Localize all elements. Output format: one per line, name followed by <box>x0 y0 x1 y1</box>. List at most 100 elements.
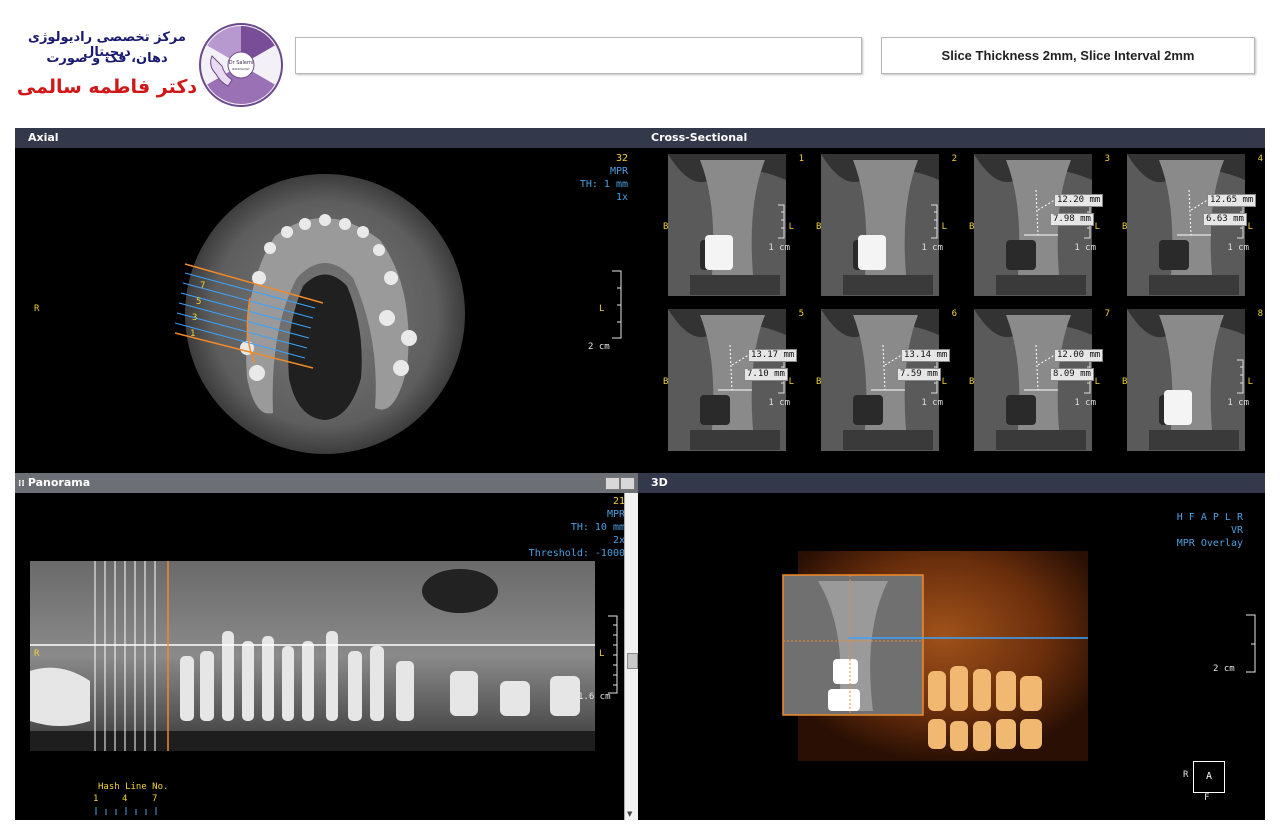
panorama-slice-number: 21 <box>612 496 625 507</box>
slice-number: 5 <box>798 309 804 319</box>
slice-buccal-marker: B <box>969 222 975 232</box>
axial-info: 32 MPR TH: 1 mm 1x <box>580 152 628 204</box>
slice-scale-label: 1 cm <box>768 398 790 408</box>
panorama-scroll-thumb[interactable] <box>627 653 638 669</box>
slice-scale-label: 1 cm <box>1074 243 1096 253</box>
measurement-width[interactable]: 7.59 mm <box>897 368 941 381</box>
measurement-width[interactable]: 8.09 mm <box>1050 368 1094 381</box>
axial-slice-number: 32 <box>615 153 628 164</box>
hash-num-4: 4 <box>122 794 128 804</box>
slice-number: 4 <box>1257 154 1263 164</box>
axial-hash-7: 7 <box>200 281 205 291</box>
grip-icon[interactable]: ⁞⁞ <box>18 479 25 489</box>
axial-scale-bar <box>612 270 622 339</box>
panorama-scrollbar[interactable]: ▼ <box>624 493 638 820</box>
slice-number: 8 <box>1257 309 1263 319</box>
measurement-height[interactable]: 12.20 mm <box>1054 194 1104 207</box>
cross-sectional-panel[interactable]: Cross-Sectional 1 B L 1 cm 2 B L 1 cm 3 B L 1 cm 12.… <box>638 128 1265 472</box>
axial-hash-5: 5 <box>196 297 201 307</box>
measurement-height[interactable]: 12.00 mm <box>1054 349 1104 362</box>
cross-section-slice[interactable]: 1 B L 1 cm <box>660 150 810 302</box>
panorama-mode: MPR <box>606 509 625 520</box>
axial-hash-1: 1 <box>190 329 195 339</box>
slice-buccal-marker: B <box>1122 377 1128 387</box>
axial-hash-3: 3 <box>192 313 197 323</box>
axial-panel[interactable]: Axial 32 MPR TH: 1 mm 1x R L 2 cm 7 5 3 … <box>15 128 638 472</box>
view3d-scale-label: 2 cm <box>1213 664 1235 674</box>
axial-title: Axial <box>15 128 638 148</box>
panorama-left-marker: R <box>34 649 40 659</box>
axial-left-marker: R <box>34 304 40 314</box>
svg-text:Dr Salemi: Dr Salemi <box>229 60 253 66</box>
scroll-down-icon[interactable]: ▼ <box>627 810 632 818</box>
view3d-scale-bar <box>1246 614 1256 673</box>
measurement-width[interactable]: 6.63 mm <box>1203 213 1247 226</box>
slice-number: 3 <box>1104 154 1110 164</box>
slice-lingual-marker: L <box>941 377 947 387</box>
measurement-height[interactable]: 13.17 mm <box>748 349 798 362</box>
header-empty-box <box>295 37 862 74</box>
view3d-panel[interactable]: 3D H F A P L R VR MPR Overlay 2 cm R A F <box>638 473 1265 820</box>
slice-scale-label: 1 cm <box>921 243 943 253</box>
maximize-icon[interactable] <box>620 477 635 490</box>
slice-image <box>974 309 1092 451</box>
cross-sectional-title: Cross-Sectional <box>638 128 1265 148</box>
cube-bottom-label: F <box>1204 793 1210 803</box>
measurement-width[interactable]: 7.98 mm <box>1050 213 1094 226</box>
slice-lingual-marker: L <box>941 222 947 232</box>
svg-text:RADIOLOGY: RADIOLOGY <box>232 67 250 71</box>
cross-section-slice[interactable]: 4 B L 1 cm 12.65 mm 6.63 mm <box>1119 150 1265 302</box>
view3d-overlay: MPR Overlay <box>1176 538 1243 549</box>
slice-scale-label: 1 cm <box>1074 398 1096 408</box>
measurement-width[interactable]: 7.10 mm <box>744 368 788 381</box>
grid-layout-icon[interactable] <box>605 477 620 490</box>
slice-buccal-marker: B <box>663 377 669 387</box>
clinic-logo: Dr Salemi RADIOLOGY <box>198 22 284 108</box>
view3d-title: 3D <box>638 473 1265 493</box>
axial-mode: MPR <box>609 166 628 177</box>
cross-section-slice[interactable]: 8 B L 1 cm <box>1119 305 1265 457</box>
view3d-orientation: H F A P L R <box>1176 512 1243 523</box>
hash-num-1: 1 <box>93 794 99 804</box>
slice-buccal-marker: B <box>663 222 669 232</box>
cross-section-slice[interactable]: 6 B L 1 cm 13.14 mm 7.59 mm <box>813 305 963 457</box>
slice-buccal-marker: B <box>1122 222 1128 232</box>
measurement-height[interactable]: 12.65 mm <box>1207 194 1257 207</box>
panorama-info: 21 MPR TH: 10 mm 2x Threshold: -1000 <box>529 495 625 560</box>
slice-image <box>821 309 939 451</box>
slice-lingual-marker: L <box>788 222 794 232</box>
axial-scale-label: 2 cm <box>588 342 610 352</box>
panorama-zoom: 2x <box>612 535 625 546</box>
panorama-thickness: TH: 10 mm <box>570 522 625 533</box>
panorama-title-text: Panorama <box>27 476 91 489</box>
axial-thickness: TH: 1 mm <box>579 179 628 190</box>
slice-number: 1 <box>798 154 804 164</box>
slice-lingual-marker: L <box>788 377 794 387</box>
panorama-right-marker: L <box>599 649 605 659</box>
slice-number: 2 <box>951 154 957 164</box>
slice-info-box: Slice Thickness 2mm, Slice Interval 2mm <box>881 37 1255 74</box>
slice-buccal-marker: B <box>816 222 822 232</box>
doctor-name: دکتر فاطمه سالمی <box>16 76 198 98</box>
panorama-panel[interactable]: ⁞⁞ Panorama 21 MPR TH: 10 mm 2x Threshold… <box>15 473 638 820</box>
slice-scale-label: 1 cm <box>1227 398 1249 408</box>
cross-section-slice[interactable]: 7 B L 1 cm 12.00 mm 8.09 mm <box>966 305 1116 457</box>
cross-section-slice[interactable]: 2 B L 1 cm <box>813 150 963 302</box>
cross-section-slice[interactable]: 3 B L 1 cm 12.20 mm 7.98 mm <box>966 150 1116 302</box>
view3d-info: H F A P L R VR MPR Overlay <box>1177 511 1243 550</box>
slice-lingual-marker: L <box>1094 222 1100 232</box>
orientation-cube[interactable]: A <box>1193 761 1225 793</box>
hash-ticks <box>95 807 157 815</box>
view3d-mode: VR <box>1230 525 1243 536</box>
slice-image <box>668 309 786 451</box>
measurement-height[interactable]: 13.14 mm <box>901 349 951 362</box>
slice-lingual-marker: L <box>1247 377 1253 387</box>
axial-scan-image: 7 5 3 1 <box>175 174 465 454</box>
slice-buccal-marker: B <box>969 377 975 387</box>
cross-section-slice[interactable]: 5 B L 1 cm 13.17 mm 7.10 mm <box>660 305 810 457</box>
slice-image <box>1127 154 1245 296</box>
panorama-title: ⁞⁞ Panorama <box>15 473 638 493</box>
slice-number: 6 <box>951 309 957 319</box>
slice-scale-label: 1 cm <box>921 398 943 408</box>
slice-lingual-marker: L <box>1094 377 1100 387</box>
